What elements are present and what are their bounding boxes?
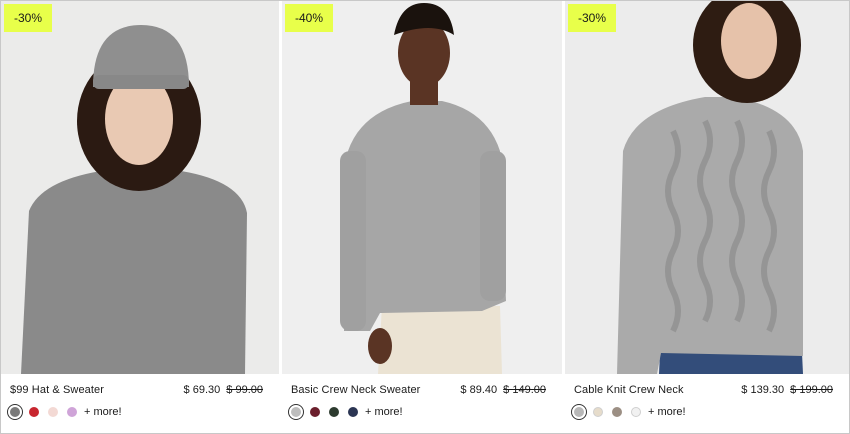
product-info: Cable Knit Crew Neck $ 139.30 $ 199.00 +…	[565, 374, 849, 433]
color-swatches: + more!	[571, 404, 686, 420]
color-swatch[interactable]	[310, 407, 320, 417]
product-price: $ 69.30 $ 99.00	[184, 384, 263, 396]
more-colors-link[interactable]: + more!	[84, 406, 122, 418]
product-card[interactable]: -30% $99 Hat & Sweater $ 69.30 $ 99.00 +…	[1, 1, 279, 433]
product-price: $ 89.40 $ 149.00	[460, 384, 546, 396]
product-photo-illustration	[282, 1, 562, 374]
product-photo-illustration	[1, 1, 279, 374]
color-swatch[interactable]	[571, 404, 587, 420]
color-swatch[interactable]	[348, 407, 358, 417]
color-swatch[interactable]	[593, 407, 603, 417]
original-price: $ 99.00	[226, 384, 263, 396]
sale-price: $ 69.30	[183, 384, 221, 396]
product-name[interactable]: $99 Hat & Sweater	[10, 384, 104, 396]
color-swatch[interactable]	[29, 407, 39, 417]
more-colors-link[interactable]: + more!	[365, 406, 403, 418]
discount-badge: -40%	[285, 4, 334, 32]
color-swatch[interactable]	[612, 407, 622, 417]
product-price: $ 139.30 $ 199.00	[741, 384, 833, 396]
color-swatch[interactable]	[67, 407, 77, 417]
product-image[interactable]: -30%	[565, 1, 849, 374]
discount-badge: -30%	[568, 4, 617, 32]
color-swatch[interactable]	[288, 404, 304, 420]
product-image[interactable]: -40%	[282, 1, 562, 374]
product-grid: -30% $99 Hat & Sweater $ 69.30 $ 99.00 +…	[1, 1, 849, 433]
more-colors-link[interactable]: + more!	[648, 406, 686, 418]
color-swatch[interactable]	[631, 407, 641, 417]
sale-price: $ 139.30	[741, 384, 785, 396]
color-swatches: + more!	[7, 404, 122, 420]
color-swatches: + more!	[288, 404, 403, 420]
product-card[interactable]: -30% Cable Knit Crew Neck $ 139.30 $ 199…	[565, 1, 849, 433]
original-price: $ 149.00	[503, 384, 546, 396]
product-image[interactable]: -30%	[1, 1, 279, 374]
product-name[interactable]: Basic Crew Neck Sweater	[291, 384, 420, 396]
product-card[interactable]: -40% Basic Crew Neck Sweater $ 89.40 $ 1…	[282, 1, 562, 433]
discount-badge: -30%	[4, 4, 53, 32]
color-swatch[interactable]	[7, 404, 23, 420]
product-info: Basic Crew Neck Sweater $ 89.40 $ 149.00…	[282, 374, 562, 433]
product-photo-illustration	[565, 1, 849, 374]
color-swatch[interactable]	[329, 407, 339, 417]
product-info: $99 Hat & Sweater $ 69.30 $ 99.00 + more…	[1, 374, 279, 433]
sale-price: $ 89.40	[460, 384, 498, 396]
original-price: $ 199.00	[790, 384, 833, 396]
product-grid-frame: -30% $99 Hat & Sweater $ 69.30 $ 99.00 +…	[0, 0, 850, 434]
product-name[interactable]: Cable Knit Crew Neck	[574, 384, 684, 396]
color-swatch[interactable]	[48, 407, 58, 417]
